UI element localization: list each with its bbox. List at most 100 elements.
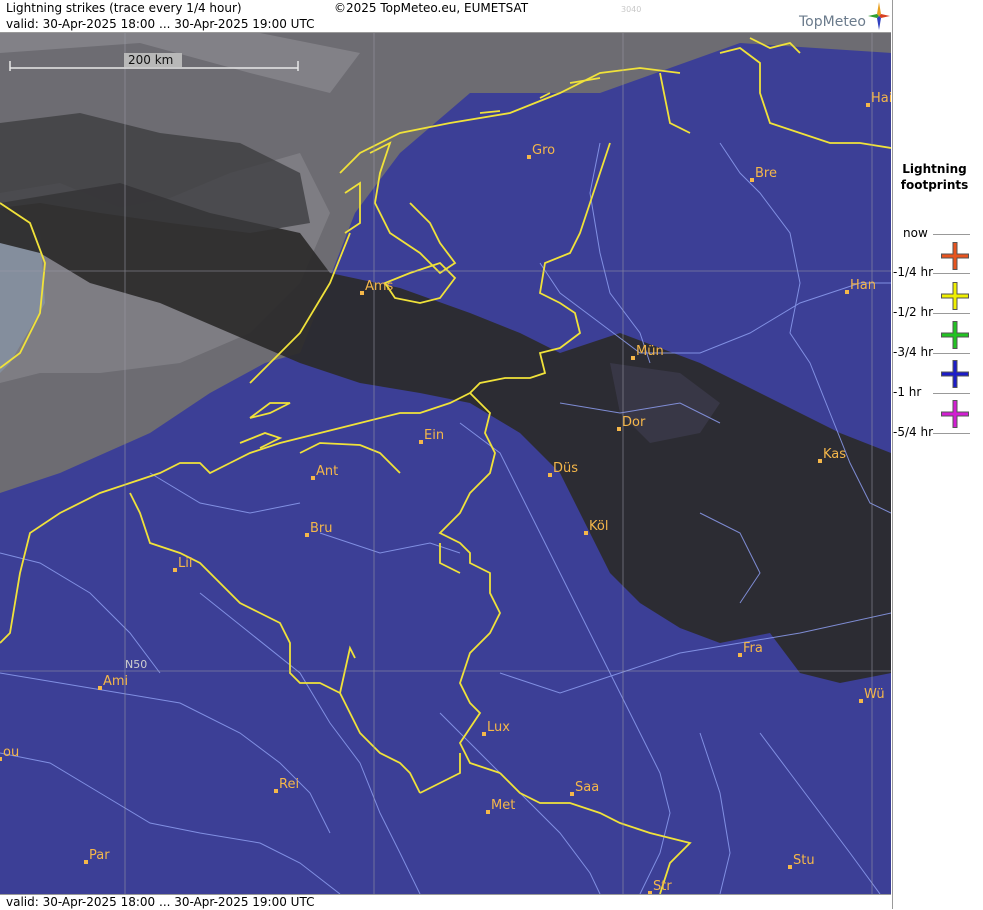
city-marker: Saa [570,780,599,796]
city-marker: Str [648,879,672,894]
city-label: Par [89,848,110,863]
city-label: Gro [532,143,555,158]
product-code: 3040 [621,5,642,14]
legend-label-now: now [903,226,928,240]
city-label: Ami [103,674,128,689]
city-label: Hai [871,91,891,106]
lightning-cross-icon [941,400,969,428]
map-title: Lightning strikes (trace every 1/4 hour) [6,1,242,15]
legend-panel: Lightning footprints now -1/4 hr -1/2 hr… [892,0,983,909]
city-label: Lil [178,556,192,571]
city-label: Saa [575,780,599,795]
legend-label-quarter: -1/4 hr [893,265,933,279]
city-dot [0,757,2,761]
city-label: Köl [589,519,608,534]
city-dot [98,686,102,690]
valid-time: valid: 30-Apr-2025 18:00 ... 30-Apr-2025… [6,17,315,31]
city-marker: Bre [750,166,777,182]
city-marker: Hai [866,91,891,107]
city-dot [173,568,177,572]
city-dot [738,653,742,657]
city-label: Mün [636,344,664,359]
city-dot [419,440,423,444]
city-marker: Lil [173,556,192,572]
map-header: Lightning strikes (trace every 1/4 hour)… [0,0,891,33]
city-dot [859,699,863,703]
city-marker: Mün [631,344,664,360]
compass-star-icon [868,2,890,34]
city-dot [631,356,635,360]
map-footer: valid: 30-Apr-2025 18:00 ... 30-Apr-2025… [0,894,891,910]
city-dot [570,792,574,796]
city-dot [866,103,870,107]
city-marker: Lux [482,720,510,736]
city-label: Bru [310,521,333,536]
city-label: Stu [793,853,815,868]
city-label: Düs [553,461,578,476]
city-marker: Fra [738,641,763,657]
scale-label: 200 km [128,53,173,67]
city-dot [482,732,486,736]
city-marker: Met [486,798,515,814]
city-marker: Ams [360,279,394,295]
city-label: Bre [755,166,777,181]
city-dot [818,459,822,463]
map-canvas: N50 200 km Gro Ams Bre Han Hai Mün Ein Dor Ant Dü… [0,33,891,894]
city-marker: Han [845,278,876,294]
city-marker: Ein [419,428,444,444]
city-marker: Rei [274,777,299,793]
city-marker: Dor [617,415,646,431]
city-dot [486,810,490,814]
city-marker: Ant [311,464,338,480]
city-label: Dor [622,415,646,430]
lightning-cross-icon [941,360,969,388]
city-label: Lux [487,720,510,735]
lightning-cross-icon [941,242,969,270]
legend-label-one: -1 hr [893,385,922,399]
city-marker: Par [84,848,110,864]
city-dot [84,860,88,864]
city-dot [527,155,531,159]
city-label: Wü [864,687,885,702]
city-label: Kas [823,447,846,462]
city-label: Fra [743,641,763,656]
city-label: Str [653,879,672,894]
footer-valid-time: valid: 30-Apr-2025 18:00 ... 30-Apr-2025… [6,895,315,909]
city-label: Rei [279,777,299,792]
city-marker: Gro [527,143,555,159]
logo-text: TopMeteo [799,14,866,30]
city-dot [617,427,621,431]
city-label: Ein [424,428,444,443]
city-dot [311,476,315,480]
city-marker: Stu [788,853,815,869]
city-dot [750,178,754,182]
legend-label-three-quarter: -3/4 hr [893,345,933,359]
legend-label-half: -1/2 hr [893,305,933,319]
city-marker: ou [0,745,19,761]
city-label: Met [491,798,515,813]
city-marker: Kas [818,447,846,463]
city-dot [845,290,849,294]
legend-divider [933,234,970,235]
city-dot [360,291,364,295]
legend-crosses [941,242,969,428]
city-label: Ant [316,464,338,479]
legend-label-five-quarter: -5/4 hr [893,425,933,439]
lightning-cross-icon [941,282,969,310]
copyright: ©2025 TopMeteo.eu, EUMETSAT [334,1,529,15]
lightning-cross-icon [941,321,969,349]
city-marker: Düs [548,461,578,477]
legend-title: Lightning footprints [900,162,969,192]
city-marker: Bru [305,521,333,537]
city-label: Han [850,278,876,293]
city-label: ou [3,745,19,760]
city-label: Ams [365,279,394,294]
city-dot [305,533,309,537]
satellite-map[interactable]: N50 200 km Gro Ams Bre Han Hai Mün Ein Dor Ant Dü… [0,33,891,894]
grid-label-n50: N50 [125,658,147,671]
city-dot [584,531,588,535]
city-marker: Wü [859,687,885,703]
city-marker: Ami [98,674,128,690]
city-dot [274,789,278,793]
city-dot [548,473,552,477]
